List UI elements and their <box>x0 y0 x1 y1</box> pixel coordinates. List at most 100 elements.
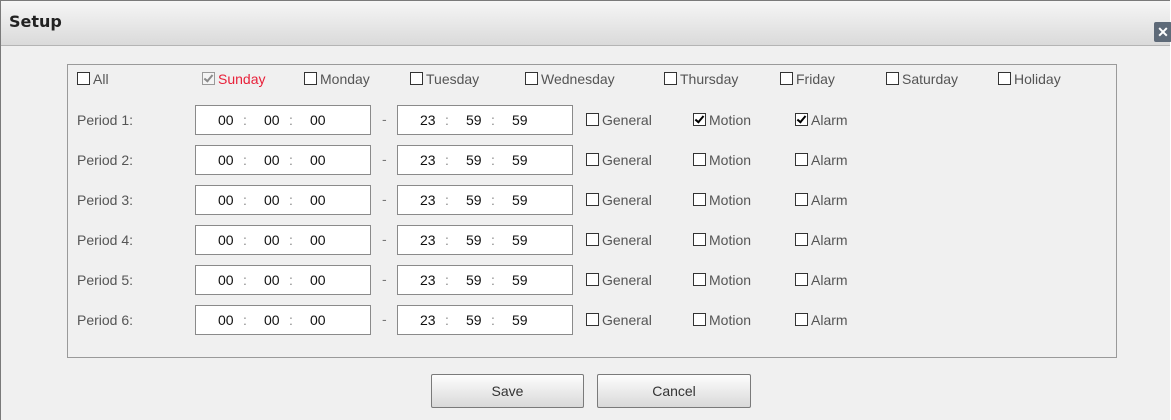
day-saturday-checkbox[interactable] <box>886 72 899 85</box>
day-monday[interactable]: Monday <box>304 69 370 89</box>
period-2-start-time-hour[interactable]: 00 <box>218 152 234 168</box>
period-4-start-time-minute[interactable]: 00 <box>264 232 280 248</box>
period-6-motion-checkbox[interactable] <box>693 313 706 326</box>
period-4-end-time-second[interactable]: 59 <box>512 232 528 248</box>
period-5-start-time-hour[interactable]: 00 <box>218 272 234 288</box>
period-3-end-time-second[interactable]: 59 <box>512 192 528 208</box>
period-3-motion-checkbox[interactable] <box>693 193 706 206</box>
day-monday-checkbox[interactable] <box>304 72 317 85</box>
period-5-start-time-minute[interactable]: 00 <box>264 272 280 288</box>
period-4-start-time-hour[interactable]: 00 <box>218 232 234 248</box>
period-2-end-time-hour[interactable]: 23 <box>420 152 436 168</box>
period-6-general-checkbox[interactable] <box>586 313 599 326</box>
period-5-alarm[interactable]: Alarm <box>795 270 848 290</box>
period-6-end-time-minute[interactable]: 59 <box>466 312 482 328</box>
period-5-motion[interactable]: Motion <box>693 270 751 290</box>
day-wednesday-checkbox[interactable] <box>525 72 538 85</box>
day-wednesday[interactable]: Wednesday <box>525 69 615 89</box>
period-3-general-checkbox[interactable] <box>586 193 599 206</box>
period-1-start-time-hour[interactable]: 00 <box>218 112 234 128</box>
period-1-start-time-minute[interactable]: 00 <box>264 112 280 128</box>
period-4-general[interactable]: General <box>586 230 652 250</box>
period-3-motion[interactable]: Motion <box>693 190 751 210</box>
day-tuesday[interactable]: Tuesday <box>410 69 479 89</box>
period-1-start-time-second[interactable]: 00 <box>310 112 326 128</box>
period-1-alarm[interactable]: Alarm <box>795 110 848 130</box>
period-1-end-time-second[interactable]: 59 <box>512 112 528 128</box>
day-friday-checkbox[interactable] <box>780 72 793 85</box>
close-icon[interactable]: ✕ <box>1154 22 1171 42</box>
period-2-general[interactable]: General <box>586 150 652 170</box>
period-3-start-time-second[interactable]: 00 <box>310 192 326 208</box>
day-holiday[interactable]: Holiday <box>998 69 1061 89</box>
period-1-motion-checkbox[interactable] <box>693 113 706 126</box>
period-6-alarm[interactable]: Alarm <box>795 310 848 330</box>
period-6-end-time[interactable]: 23:59:59 <box>397 305 573 335</box>
period-5-start-time-second[interactable]: 00 <box>310 272 326 288</box>
period-2-start-time-second[interactable]: 00 <box>310 152 326 168</box>
period-2-general-checkbox[interactable] <box>586 153 599 166</box>
day-saturday[interactable]: Saturday <box>886 69 958 89</box>
period-1-end-time[interactable]: 23:59:59 <box>397 105 573 135</box>
period-2-alarm-checkbox[interactable] <box>795 153 808 166</box>
period-5-end-time-minute[interactable]: 59 <box>466 272 482 288</box>
period-1-end-time-minute[interactable]: 59 <box>466 112 482 128</box>
period-4-start-time-second[interactable]: 00 <box>310 232 326 248</box>
period-2-end-time-second[interactable]: 59 <box>512 152 528 168</box>
period-5-alarm-checkbox[interactable] <box>795 273 808 286</box>
day-thursday[interactable]: Thursday <box>664 69 738 89</box>
period-4-end-time-hour[interactable]: 23 <box>420 232 436 248</box>
period-5-end-time[interactable]: 23:59:59 <box>397 265 573 295</box>
period-3-start-time-minute[interactable]: 00 <box>264 192 280 208</box>
period-4-start-time[interactable]: 00:00:00 <box>195 225 371 255</box>
period-1-general-checkbox[interactable] <box>586 113 599 126</box>
period-4-alarm[interactable]: Alarm <box>795 230 848 250</box>
period-5-motion-checkbox[interactable] <box>693 273 706 286</box>
period-2-end-time-minute[interactable]: 59 <box>466 152 482 168</box>
day-all[interactable]: All <box>77 69 109 89</box>
period-3-start-time-hour[interactable]: 00 <box>218 192 234 208</box>
period-3-alarm-checkbox[interactable] <box>795 193 808 206</box>
period-4-end-time[interactable]: 23:59:59 <box>397 225 573 255</box>
period-4-general-checkbox[interactable] <box>586 233 599 246</box>
period-6-start-time-hour[interactable]: 00 <box>218 312 234 328</box>
period-1-motion[interactable]: Motion <box>693 110 751 130</box>
period-4-motion[interactable]: Motion <box>693 230 751 250</box>
period-3-end-time-hour[interactable]: 23 <box>420 192 436 208</box>
period-3-start-time[interactable]: 00:00:00 <box>195 185 371 215</box>
period-6-motion[interactable]: Motion <box>693 310 751 330</box>
period-1-general[interactable]: General <box>586 110 652 130</box>
period-6-start-time-minute[interactable]: 00 <box>264 312 280 328</box>
period-4-motion-checkbox[interactable] <box>693 233 706 246</box>
period-6-start-time[interactable]: 00:00:00 <box>195 305 371 335</box>
day-tuesday-checkbox[interactable] <box>410 72 423 85</box>
period-5-general[interactable]: General <box>586 270 652 290</box>
day-all-checkbox[interactable] <box>77 72 90 85</box>
period-2-alarm[interactable]: Alarm <box>795 150 848 170</box>
day-friday[interactable]: Friday <box>780 69 835 89</box>
period-5-end-time-second[interactable]: 59 <box>512 272 528 288</box>
period-3-alarm[interactable]: Alarm <box>795 190 848 210</box>
period-6-start-time-second[interactable]: 00 <box>310 312 326 328</box>
period-5-general-checkbox[interactable] <box>586 273 599 286</box>
period-3-end-time[interactable]: 23:59:59 <box>397 185 573 215</box>
cancel-button[interactable]: Cancel <box>597 374 751 408</box>
save-button[interactable]: Save <box>431 374 584 408</box>
period-6-end-time-hour[interactable]: 23 <box>420 312 436 328</box>
period-5-start-time[interactable]: 00:00:00 <box>195 265 371 295</box>
period-2-motion[interactable]: Motion <box>693 150 751 170</box>
period-1-end-time-hour[interactable]: 23 <box>420 112 436 128</box>
period-2-start-time[interactable]: 00:00:00 <box>195 145 371 175</box>
period-2-start-time-minute[interactable]: 00 <box>264 152 280 168</box>
period-4-alarm-checkbox[interactable] <box>795 233 808 246</box>
period-4-end-time-minute[interactable]: 59 <box>466 232 482 248</box>
day-thursday-checkbox[interactable] <box>664 72 677 85</box>
period-5-end-time-hour[interactable]: 23 <box>420 272 436 288</box>
period-2-end-time[interactable]: 23:59:59 <box>397 145 573 175</box>
day-holiday-checkbox[interactable] <box>998 72 1011 85</box>
period-2-motion-checkbox[interactable] <box>693 153 706 166</box>
period-1-alarm-checkbox[interactable] <box>795 113 808 126</box>
period-6-alarm-checkbox[interactable] <box>795 313 808 326</box>
period-6-general[interactable]: General <box>586 310 652 330</box>
period-1-start-time[interactable]: 00:00:00 <box>195 105 371 135</box>
